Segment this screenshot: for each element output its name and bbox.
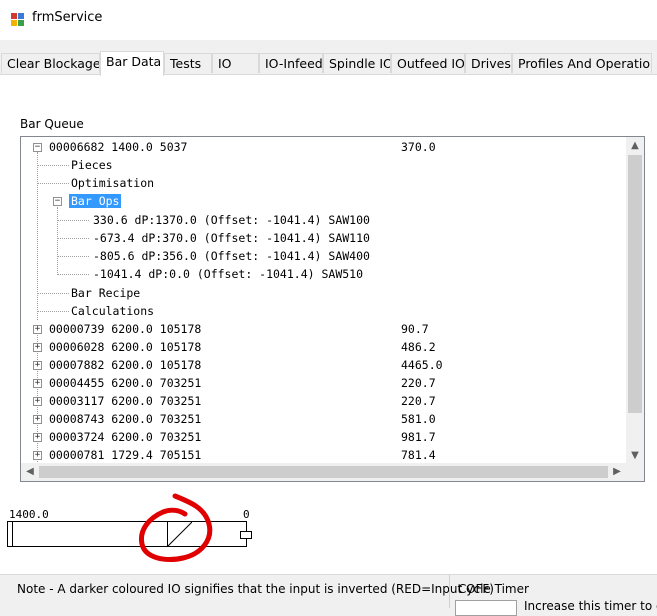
tree-line xyxy=(57,274,89,275)
tree-bar-node[interactable]: 00006028 6200.0 105178 xyxy=(49,338,201,356)
bar-length-label: 1400.0 xyxy=(9,508,49,521)
horizontal-scrollbar[interactable]: ◀ ▶ xyxy=(21,463,626,481)
tree-bar-node[interactable]: 00004455 6200.0 703251 xyxy=(49,374,201,392)
expand-toggle[interactable]: + xyxy=(33,451,42,460)
tree-line xyxy=(37,165,69,166)
bar-end-handle xyxy=(240,531,252,539)
red-annotation-circle xyxy=(138,493,213,562)
expand-toggle[interactable]: + xyxy=(33,415,42,424)
tree-content: − 00006682 1400.0 5037 370.0 Pieces Opti… xyxy=(21,137,626,465)
footer-divider xyxy=(449,575,450,608)
cycle-timer-hint: Increase this timer to cyc xyxy=(524,599,657,613)
tab-strip: Clear Blockages Bar Data Tests IO IO-Inf… xyxy=(0,51,657,76)
tree-bar-value: 781.4 xyxy=(401,448,436,462)
tree-line xyxy=(37,311,69,312)
tab-io[interactable]: IO xyxy=(212,53,259,73)
expand-toggle[interactable]: + xyxy=(33,379,42,388)
tree-line xyxy=(37,293,69,294)
tree-bar-value: 486.2 xyxy=(401,340,436,354)
tree-node-calculations[interactable]: Calculations xyxy=(71,302,154,320)
tree-line xyxy=(57,220,89,221)
selected-node-label[interactable]: Bar Ops xyxy=(69,194,122,208)
tree-bar-node[interactable]: 00007882 6200.0 105178 xyxy=(49,356,201,374)
expand-toggle[interactable]: + xyxy=(33,361,42,370)
tab-outfeed-io[interactable]: Outfeed IO xyxy=(391,53,465,73)
bar-op-item[interactable]: -673.4 dP:370.0 (Offset: -1041.4) SAW110 xyxy=(93,229,370,247)
bar-start-tick xyxy=(12,522,13,546)
tree-line xyxy=(57,256,89,257)
tree-node-bar-recipe[interactable]: Bar Recipe xyxy=(71,284,140,302)
tree-bar-value: 4465.0 xyxy=(401,358,443,372)
expand-toggle[interactable]: + xyxy=(33,397,42,406)
tab-bar-data[interactable]: Bar Data xyxy=(100,51,164,76)
tree-bar-value: 220.7 xyxy=(401,394,436,408)
horizontal-scroll-thumb[interactable] xyxy=(39,466,608,478)
tab-io-infeed[interactable]: IO-Infeed xyxy=(259,53,323,73)
tree-line xyxy=(57,207,58,275)
tree-bar-value: 981.7 xyxy=(401,430,436,444)
collapse-toggle[interactable]: − xyxy=(53,197,62,206)
tree-bar-node[interactable]: 00003117 6200.0 703251 xyxy=(49,392,201,410)
tab-profiles-and-operations[interactable]: Profiles And Operations xyxy=(512,53,652,73)
tree-bar-value: 90.7 xyxy=(401,322,429,336)
scroll-right-icon[interactable]: ▶ xyxy=(608,463,626,481)
window-title: frmService xyxy=(32,10,103,25)
bar-queue-tree[interactable]: − 00006682 1400.0 5037 370.0 Pieces Opti… xyxy=(20,136,645,482)
bar-queue-label: Bar Queue xyxy=(20,117,84,131)
cycle-timer-input[interactable] xyxy=(455,600,517,616)
tree-root-value: 370.0 xyxy=(401,140,436,154)
bar-op-item[interactable]: 330.6 dP:1370.0 (Offset: -1041.4) SAW100 xyxy=(93,211,370,229)
tree-bar-value: 220.7 xyxy=(401,376,436,390)
tree-line xyxy=(37,152,38,320)
bar-op-item[interactable]: -1041.4 dP:0.0 (Offset: -1041.4) SAW510 xyxy=(93,265,363,283)
tab-clear-blockages[interactable]: Clear Blockages xyxy=(1,53,100,73)
tab-tests[interactable]: Tests xyxy=(164,53,212,73)
tab-drives[interactable]: Drives xyxy=(465,53,512,73)
footer-bar: Note - A darker coloured IO signifies th… xyxy=(0,574,657,616)
bar-zero-label: 0 xyxy=(243,508,250,521)
tree-bar-node[interactable]: 00003724 6200.0 703251 xyxy=(49,428,201,446)
cycle-timer-label: Cycle Timer xyxy=(458,582,529,596)
bar-op-item[interactable]: -805.6 dP:356.0 (Offset: -1041.4) SAW400 xyxy=(93,247,370,265)
tab-spindle-io[interactable]: Spindle IO xyxy=(323,53,391,73)
expand-toggle[interactable]: + xyxy=(33,325,42,334)
vertical-scroll-thumb[interactable] xyxy=(628,155,642,413)
tree-node-optimisation[interactable]: Optimisation xyxy=(71,174,154,192)
scroll-left-icon[interactable]: ◀ xyxy=(21,463,39,481)
tree-bar-value: 581.0 xyxy=(401,412,436,426)
tree-bar-node[interactable]: 00000739 6200.0 105178 xyxy=(49,320,201,338)
scroll-up-icon[interactable]: ▲ xyxy=(626,137,644,155)
tree-line xyxy=(37,183,69,184)
scrollbar-corner xyxy=(626,463,644,481)
tree-root-node[interactable]: 00006682 1400.0 5037 xyxy=(49,138,187,156)
expand-toggle[interactable]: + xyxy=(33,343,42,352)
tree-node-pieces[interactable]: Pieces xyxy=(71,156,113,174)
tree-bar-node[interactable]: 00000781 1729.4 705151 xyxy=(49,446,201,464)
collapse-toggle[interactable]: − xyxy=(33,143,42,152)
tree-bar-node[interactable]: 00008743 6200.0 703251 xyxy=(49,410,201,428)
app-icon xyxy=(11,13,24,26)
expand-toggle[interactable]: + xyxy=(33,433,42,442)
title-bar: frmService xyxy=(0,0,657,40)
inverted-io-note: Note - A darker coloured IO signifies th… xyxy=(17,582,494,596)
vertical-scrollbar[interactable]: ▲ ▼ xyxy=(626,137,644,465)
tree-line xyxy=(57,238,89,239)
tree-node-bar-ops[interactable]: Bar Ops xyxy=(69,192,122,210)
